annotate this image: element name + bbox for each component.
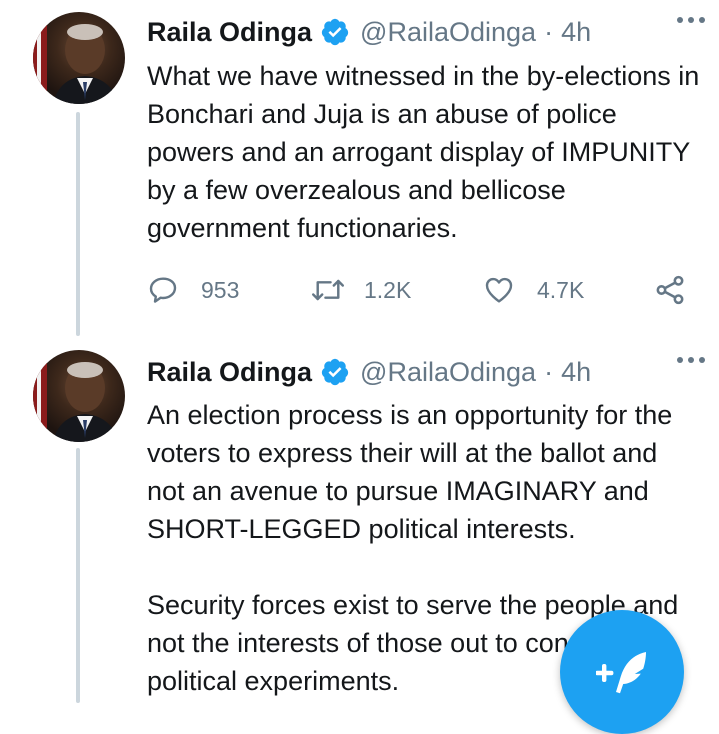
avatar[interactable] (33, 350, 125, 442)
retweet-button[interactable]: 1.2K (310, 270, 411, 310)
compose-tweet-icon (596, 652, 646, 694)
like-count: 4.7K (537, 276, 585, 303)
reply-icon (147, 274, 179, 306)
share-icon (653, 273, 687, 307)
tweet-header: Raila Odinga @RailaOdinga · 4h (147, 14, 699, 50)
share-button[interactable] (653, 270, 687, 310)
tweet-paragraph: An election process is an opportunity fo… (147, 400, 673, 544)
verified-badge-icon (320, 357, 350, 387)
tweet-actions: 953 1.2K 4.7K (147, 270, 699, 310)
author-name[interactable]: Raila Odinga (147, 17, 312, 48)
verified-badge-icon (320, 17, 350, 47)
tweet-text: What we have witnessed in the by-electio… (147, 57, 701, 247)
tweet[interactable]: Raila Odinga @RailaOdinga · 4h What we h… (0, 0, 719, 340)
author-name[interactable]: Raila Odinga (147, 357, 312, 388)
avatar[interactable] (33, 12, 125, 104)
timestamp[interactable]: 4h (561, 357, 591, 388)
reply-count: 953 (201, 276, 240, 303)
author-handle[interactable]: @RailaOdinga (360, 357, 536, 388)
timestamp[interactable]: 4h (561, 17, 591, 48)
retweet-icon (310, 274, 346, 306)
separator: · (544, 356, 554, 387)
author-handle[interactable]: @RailaOdinga (360, 17, 536, 48)
more-options-icon[interactable] (673, 10, 709, 30)
tweet-header: Raila Odinga @RailaOdinga · 4h (147, 354, 699, 390)
avatar-image (33, 350, 119, 442)
avatar-image (33, 12, 119, 104)
compose-tweet-button[interactable] (560, 610, 684, 734)
reply-button[interactable]: 953 (147, 270, 239, 310)
heart-icon (483, 274, 515, 306)
separator: · (544, 16, 554, 47)
more-options-icon[interactable] (673, 350, 709, 370)
like-button[interactable]: 4.7K (483, 270, 584, 310)
tweet-paragraph: What we have witnessed in the by-electio… (147, 61, 700, 243)
retweet-count: 1.2K (364, 276, 412, 303)
